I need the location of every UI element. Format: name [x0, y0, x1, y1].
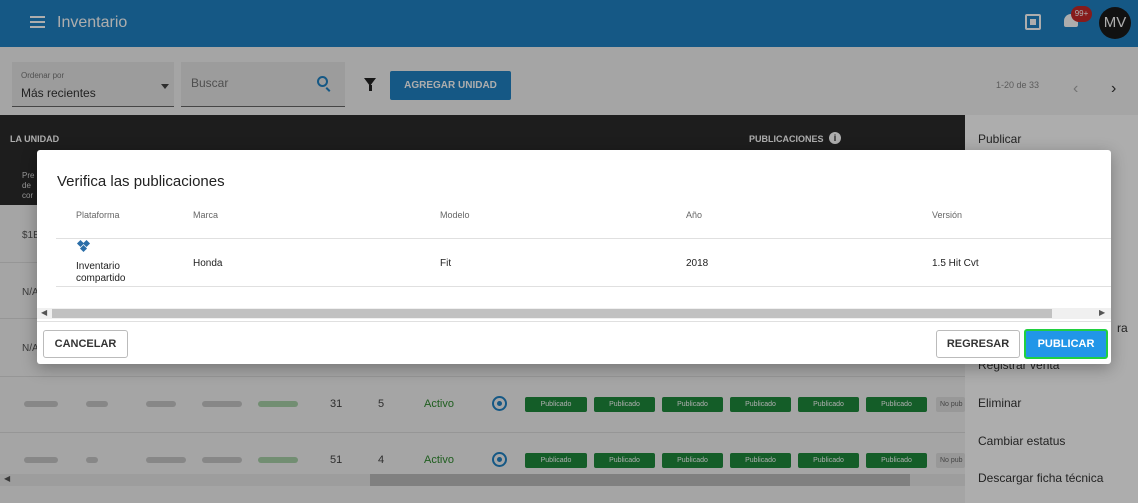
- header-divider: [56, 238, 1111, 239]
- scroll-right-icon[interactable]: ▶: [1099, 308, 1105, 317]
- dialog-title: Verifica las publicaciones: [57, 173, 225, 190]
- verify-publications-dialog: Verifica las publicaciones Plataforma Ma…: [37, 150, 1111, 364]
- cancel-button[interactable]: CANCELAR: [43, 330, 128, 358]
- row-divider: [56, 286, 1111, 287]
- header-model: Modelo: [440, 210, 470, 220]
- scrollbar-thumb[interactable]: [52, 309, 1052, 318]
- model-cell: Fit: [440, 258, 452, 269]
- header-brand: Marca: [193, 210, 219, 220]
- publish-button[interactable]: PUBLICAR: [1024, 329, 1108, 359]
- footer-divider: [37, 321, 1111, 322]
- shared-inventory-icon: [76, 239, 91, 253]
- back-button[interactable]: REGRESAR: [936, 330, 1020, 358]
- scroll-left-icon[interactable]: ◀: [41, 308, 47, 317]
- brand-cell: Honda: [193, 258, 223, 269]
- version-cell: 1.5 Hit Cvt: [932, 258, 979, 269]
- year-cell: 2018: [686, 258, 709, 269]
- platform-name: Inventario compartido: [76, 261, 126, 284]
- header-version: Versión: [932, 210, 963, 220]
- header-platform: Plataforma: [76, 210, 120, 220]
- header-year: Año: [686, 210, 703, 220]
